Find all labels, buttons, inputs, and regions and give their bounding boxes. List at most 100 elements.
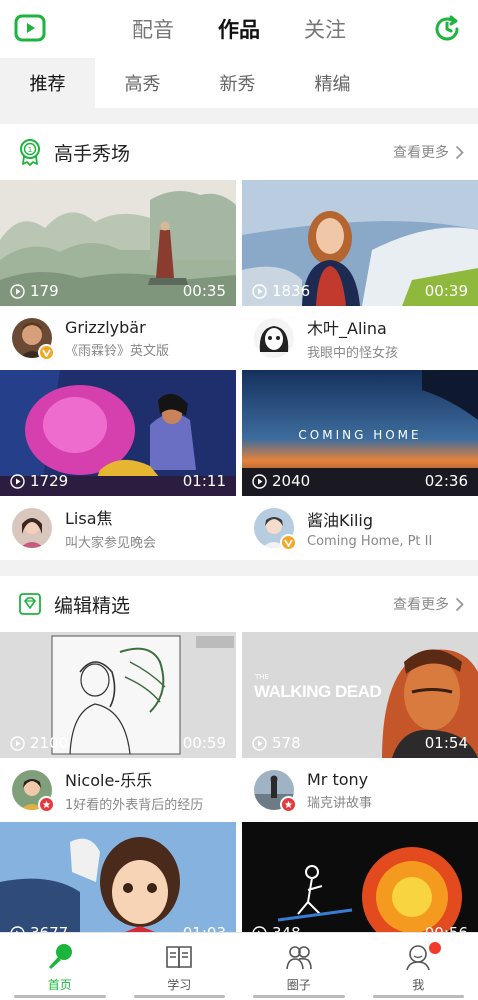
vip-badge-icon: [38, 344, 55, 361]
play-count: 348: [272, 924, 425, 932]
avatar[interactable]: [12, 318, 55, 361]
sub-tabs: 推荐 高秀 新秀 精编: [0, 58, 478, 108]
video-duration: 00:39: [424, 282, 468, 300]
subtab-new-show[interactable]: 新秀: [190, 58, 285, 108]
nav-underline: [253, 995, 345, 998]
star-badge-icon: [38, 796, 55, 813]
author-name[interactable]: Lisa焦: [65, 505, 156, 529]
section-editors-picks: 编辑精选 查看更多 2100 00:59 Nicole-乐乐 1好看的外表背后的…: [0, 576, 478, 932]
video-card[interactable]: 348 00:56: [242, 822, 478, 932]
subtab-recommend[interactable]: 推荐: [0, 58, 95, 108]
video-thumbnail[interactable]: 2100 00:59: [0, 632, 236, 758]
view-more-label: 查看更多: [393, 145, 449, 161]
author-name[interactable]: 木叶_Alina: [307, 315, 398, 339]
group-icon: [285, 946, 312, 970]
nav-study[interactable]: 学习: [120, 933, 240, 1000]
play-count: 1729: [30, 472, 69, 490]
video-title: 我眼中的怪女孩: [307, 346, 399, 361]
app-root: 配音 作品 关注 推荐 高秀 新秀 精编 1 高手秀场 查看更多 179 00:…: [0, 0, 478, 1000]
play-count-icon: [10, 735, 25, 751]
video-card[interactable]: THE WALKING DEAD 578 01:54 Mr tony 瑞克讲故事: [242, 632, 478, 822]
video-thumbnail[interactable]: THE WALKING DEAD 578 01:54: [242, 632, 478, 758]
video-text: Mr tony 瑞克讲故事: [307, 770, 372, 811]
nav-label: 首页: [47, 978, 72, 992]
notification-dot: [428, 942, 441, 954]
bottom-nav: 首页 学习 圈子 我: [0, 932, 478, 1000]
video-card[interactable]: 179 00:35 Grizzlybär 《雨霖铃》英文版: [0, 180, 236, 370]
video-info: Nicole-乐乐 1好看的外表背后的经历: [0, 758, 236, 822]
play-count-icon: [252, 473, 267, 489]
avatar[interactable]: [254, 770, 297, 813]
play-count-icon: [10, 473, 25, 489]
video-text: Grizzlybär 《雨霖铃》英文版: [65, 318, 169, 359]
subtab-featured[interactable]: 精编: [285, 58, 380, 108]
video-card[interactable]: 2100 00:59 Nicole-乐乐 1好看的外表背后的经历: [0, 632, 236, 822]
video-stats-overlay: 3677 01:03: [0, 918, 236, 932]
avatar[interactable]: [12, 770, 55, 813]
author-name[interactable]: Grizzlybär: [65, 318, 169, 337]
section-masters-showcase: 1 高手秀场 查看更多 179 00:35 Grizzlybär 《雨霖铃》英文…: [0, 124, 478, 560]
svg-text:1: 1: [28, 146, 32, 154]
tab-following[interactable]: 关注: [304, 14, 346, 44]
video-duration: 02:36: [424, 472, 468, 490]
video-thumbnail[interactable]: 179 00:35: [0, 180, 236, 306]
play-count: 179: [30, 282, 59, 300]
video-text: Lisa焦 叫大家参见晚会: [65, 505, 156, 551]
nav-circle[interactable]: 圈子: [239, 933, 359, 1000]
video-thumbnail[interactable]: 1836 00:39: [242, 180, 478, 306]
view-more-link[interactable]: 查看更多: [393, 594, 464, 614]
video-thumbnail[interactable]: COMING HOME 2040 02:36: [242, 370, 478, 496]
nav-underline: [14, 995, 106, 998]
video-icon[interactable]: [14, 14, 46, 42]
play-count: 2040: [272, 472, 311, 490]
video-info: 木叶_Alina 我眼中的怪女孩: [242, 306, 478, 370]
video-card[interactable]: 3677 01:03: [0, 822, 236, 932]
subtabs-spacer: [380, 58, 478, 108]
nav-underline: [372, 995, 464, 998]
video-duration: 00:35: [182, 282, 226, 300]
video-card[interactable]: 1836 00:39 木叶_Alina 我眼中的怪女孩: [242, 180, 478, 370]
video-stats-overlay: 348 00:56: [242, 918, 478, 932]
tab-dubbing[interactable]: 配音: [132, 14, 174, 44]
avatar[interactable]: [254, 318, 294, 358]
star-badge-icon: [280, 796, 297, 813]
history-clock-icon[interactable]: [432, 14, 462, 44]
author-name[interactable]: Nicole-乐乐: [65, 767, 203, 791]
video-info: 酱油Kilig Coming Home, Pt II: [242, 496, 478, 560]
video-card[interactable]: COMING HOME 2040 02:36 酱油Kilig Coming Ho…: [242, 370, 478, 560]
tab-works[interactable]: 作品: [218, 14, 260, 44]
view-more-label: 查看更多: [393, 597, 449, 613]
video-card[interactable]: 1729 01:11 Lisa焦 叫大家参见晚会: [0, 370, 236, 560]
video-info: Mr tony 瑞克讲故事: [242, 758, 478, 822]
nav-label: 圈子: [286, 978, 311, 992]
video-stats-overlay: 1836 00:39: [242, 276, 478, 306]
video-grid: 179 00:35 Grizzlybär 《雨霖铃》英文版 1836 00:39…: [0, 180, 478, 560]
section-header: 1 高手秀场 查看更多: [0, 124, 478, 180]
video-title: 《雨霖铃》英文版: [65, 343, 170, 359]
avatar[interactable]: [12, 508, 52, 548]
play-count: 3677: [30, 924, 183, 932]
video-title: Coming Home, Pt II: [307, 534, 433, 549]
author-name[interactable]: 酱油Kilig: [307, 507, 432, 531]
anime-girl-image: [0, 822, 236, 932]
video-duration: 01:54: [424, 734, 468, 752]
video-stats-overlay: 1729 01:11: [0, 466, 236, 496]
nav-me[interactable]: 我: [359, 933, 478, 1000]
nav-home[interactable]: 首页: [0, 933, 120, 1000]
subtab-high-show[interactable]: 高秀: [95, 58, 190, 108]
video-thumbnail[interactable]: 1729 01:11: [0, 370, 236, 496]
video-info: Grizzlybär 《雨霖铃》英文版: [0, 306, 236, 370]
play-count: 2100: [30, 734, 69, 752]
author-name[interactable]: Mr tony: [307, 770, 372, 789]
nav-label: 我: [412, 978, 425, 992]
video-thumbnail[interactable]: 348 00:56: [242, 822, 478, 932]
play-count: 578: [272, 734, 301, 752]
video-thumbnail[interactable]: 3677 01:03: [0, 822, 236, 932]
microphone-icon: [48, 944, 72, 969]
avatar[interactable]: [254, 508, 297, 551]
play-count-icon: [10, 283, 25, 299]
view-more-link[interactable]: 查看更多: [393, 142, 464, 162]
chevron-right-icon: [455, 597, 464, 611]
user-avatar-image: [12, 508, 52, 548]
video-title: 1好看的外表背后的经历: [65, 798, 204, 813]
